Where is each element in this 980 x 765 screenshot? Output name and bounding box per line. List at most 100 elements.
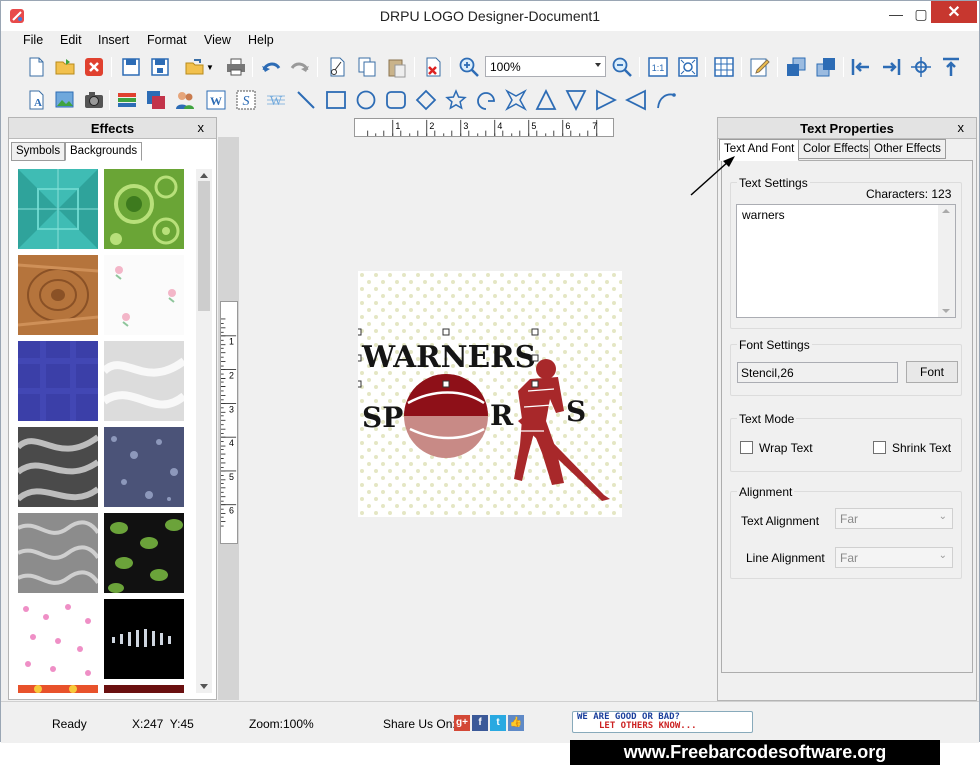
background-thumbnail[interactable] <box>18 169 98 249</box>
signature-icon[interactable]: S <box>233 87 259 113</box>
google-plus-icon[interactable]: g+ <box>454 715 470 731</box>
background-thumbnail[interactable] <box>104 169 184 249</box>
new-document-icon[interactable] <box>23 54 49 80</box>
diamond-tool-icon[interactable] <box>413 87 439 113</box>
triangle-right-tool-icon[interactable] <box>593 87 619 113</box>
tab-other-effects[interactable]: Other Effects <box>869 139 946 159</box>
font-field[interactable]: Stencil,26 <box>737 362 898 383</box>
effects-scrollbar[interactable] <box>196 169 212 693</box>
background-thumbnail[interactable] <box>104 341 184 421</box>
background-thumbnail[interactable] <box>18 341 98 421</box>
star-tool-icon[interactable] <box>443 87 469 113</box>
menu-format[interactable]: Format <box>147 33 187 47</box>
send-to-back-icon[interactable] <box>813 54 839 80</box>
logo-text-r[interactable]: R <box>490 399 514 432</box>
user-group-icon[interactable] <box>172 87 198 113</box>
camera-icon[interactable] <box>81 87 107 113</box>
facebook-icon[interactable]: f <box>472 715 488 731</box>
shrink-text-checkbox[interactable] <box>873 441 886 454</box>
zoom-out-icon[interactable] <box>609 54 635 80</box>
triangle-down-tool-icon[interactable] <box>563 87 589 113</box>
burst-shape-icon[interactable] <box>503 87 529 113</box>
open-folder-icon[interactable] <box>52 54 78 80</box>
print-icon[interactable] <box>223 54 249 80</box>
tab-backgrounds[interactable]: Backgrounds <box>65 142 143 161</box>
line-tool-icon[interactable] <box>293 87 319 113</box>
background-thumbnail[interactable] <box>104 513 184 593</box>
scroll-up-icon[interactable] <box>200 173 208 178</box>
text-input[interactable]: warners <box>736 204 956 318</box>
redo-icon[interactable] <box>287 54 313 80</box>
text-input-scrollbar[interactable] <box>938 205 955 317</box>
align-left-icon[interactable] <box>848 54 874 80</box>
paste-icon[interactable] <box>384 54 410 80</box>
align-center-icon[interactable] <box>908 54 934 80</box>
background-thumbnail[interactable] <box>104 685 184 693</box>
tab-symbols[interactable]: Symbols <box>11 142 66 161</box>
menu-edit[interactable]: Edit <box>60 33 82 47</box>
zoom-select[interactable]: 100% <box>485 56 606 77</box>
scroll-down-icon[interactable] <box>942 309 950 313</box>
delete-icon[interactable] <box>420 54 446 80</box>
text-alignment-select[interactable]: Far ⌄ <box>835 508 953 529</box>
background-thumbnail[interactable] <box>18 599 98 679</box>
logo-text-s[interactable]: S <box>566 395 586 428</box>
feedback-button[interactable]: WE ARE GOOD OR BAD? LET OTHERS KNOW... <box>572 711 753 733</box>
align-top-icon[interactable] <box>938 54 964 80</box>
library-icon[interactable] <box>114 87 140 113</box>
line-alignment-select[interactable]: Far ⌄ <box>835 547 953 568</box>
ellipse-tool-icon[interactable] <box>353 87 379 113</box>
logo-text-sp[interactable]: SP <box>362 401 403 434</box>
zoom-in-icon[interactable] <box>456 54 482 80</box>
wrap-text-checkbox[interactable] <box>740 441 753 454</box>
watermark-tool-icon[interactable]: W <box>263 87 289 113</box>
actual-size-icon[interactable]: 1:1 <box>645 54 671 80</box>
menu-help[interactable]: Help <box>248 33 274 47</box>
background-thumbnail[interactable] <box>18 685 98 693</box>
align-right-icon[interactable] <box>878 54 904 80</box>
scroll-down-icon[interactable] <box>200 684 208 689</box>
image-tool-icon[interactable] <box>52 87 78 113</box>
triangle-left-tool-icon[interactable] <box>623 87 649 113</box>
like-icon[interactable]: 👍 <box>508 715 524 731</box>
background-tool-icon[interactable] <box>143 87 169 113</box>
background-thumbnail[interactable] <box>104 255 184 335</box>
menu-file[interactable]: File <box>23 33 43 47</box>
logo-text-warners[interactable]: WARNERS <box>361 340 536 375</box>
tab-color-effects[interactable]: Color Effects <box>798 139 874 159</box>
window-title: DRPU LOGO Designer-Document1 <box>379 8 601 24</box>
save-as-icon[interactable] <box>147 54 173 80</box>
menu-view[interactable]: View <box>204 33 231 47</box>
bring-to-front-icon[interactable] <box>783 54 809 80</box>
save-icon[interactable] <box>118 54 144 80</box>
menu-insert[interactable]: Insert <box>98 33 129 47</box>
export-icon[interactable]: ▼ <box>179 54 219 80</box>
close-document-icon[interactable] <box>81 54 107 80</box>
scroll-up-icon[interactable] <box>942 209 950 213</box>
scrollbar-thumb[interactable] <box>198 181 210 311</box>
text-tool-icon[interactable]: A <box>23 87 49 113</box>
word-art-icon[interactable]: W <box>203 87 229 113</box>
background-thumbnail[interactable] <box>18 427 98 507</box>
background-thumbnail[interactable] <box>18 513 98 593</box>
rounded-rectangle-tool-icon[interactable] <box>383 87 409 113</box>
background-thumbnail[interactable] <box>104 599 184 679</box>
twitter-icon[interactable]: t <box>490 715 506 731</box>
rectangle-tool-icon[interactable] <box>323 87 349 113</box>
background-thumbnail[interactable] <box>18 255 98 335</box>
font-button[interactable]: Font <box>906 361 958 383</box>
text-properties-close-icon[interactable]: x <box>958 120 965 135</box>
edit-properties-icon[interactable] <box>747 54 773 80</box>
grid-icon[interactable] <box>711 54 737 80</box>
cut-icon[interactable] <box>324 54 350 80</box>
fit-to-window-icon[interactable] <box>675 54 701 80</box>
close-button[interactable]: ✕ <box>931 1 977 23</box>
background-thumbnail[interactable] <box>104 427 184 507</box>
triangle-up-tool-icon[interactable] <box>533 87 559 113</box>
logo-design[interactable]: WARNERS SP R S <box>358 271 622 517</box>
copy-icon[interactable] <box>354 54 380 80</box>
effects-close-icon[interactable]: x <box>198 120 205 135</box>
arc-shape-icon[interactable] <box>473 87 499 113</box>
undo-icon[interactable] <box>258 54 284 80</box>
curve-tool-icon[interactable] <box>653 87 679 113</box>
